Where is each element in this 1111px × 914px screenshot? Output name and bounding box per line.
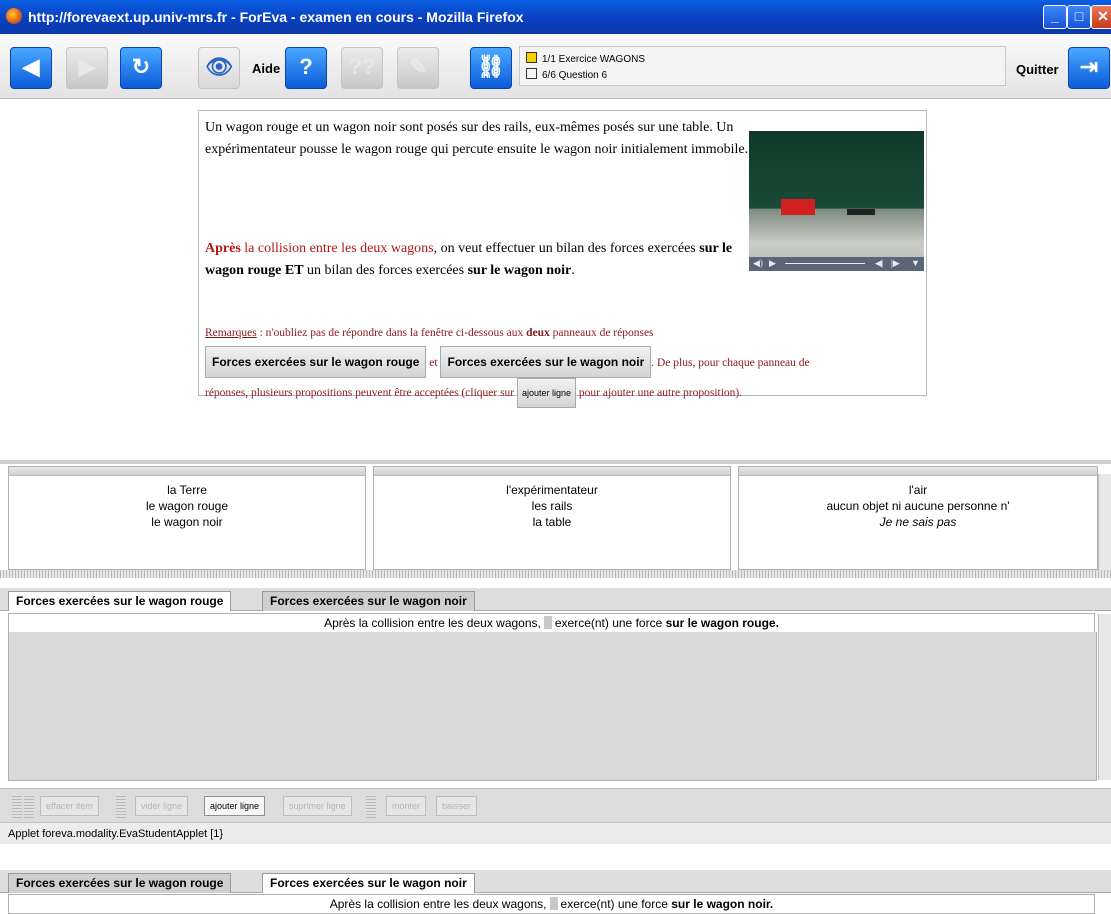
menu-chevron-icon[interactable]: ▼ xyxy=(911,258,920,268)
question-paragraph-1: Un wagon rouge et un wagon noir sont pos… xyxy=(205,120,749,157)
tab-forces-rouge[interactable]: Forces exercées sur le wagon rouge xyxy=(8,591,232,611)
proposal-item[interactable]: l'air xyxy=(739,482,1097,498)
video-player[interactable]: ◀) ▶ ◀| |▶ ▼ xyxy=(749,131,924,271)
toolbar-grip[interactable] xyxy=(12,794,22,818)
proposal-item[interactable]: les rails xyxy=(374,498,730,514)
proposal-item[interactable]: aucun objet ni aucune personne n' xyxy=(739,498,1097,514)
question-line: 6/6 Question 6 xyxy=(542,70,608,81)
tab-link-noir-button[interactable]: Forces exercées sur le wagon noir xyxy=(440,346,652,378)
firefox-icon xyxy=(6,8,22,24)
close-icon[interactable]: ✕ xyxy=(1091,5,1111,29)
step-back-icon[interactable]: ◀| xyxy=(875,258,884,269)
quitter-label: Quitter xyxy=(1016,62,1059,77)
video-controls[interactable]: ◀) ▶ ◀| |▶ ▼ xyxy=(749,257,924,271)
answer-area[interactable] xyxy=(8,632,1097,781)
red-wagon-image xyxy=(781,199,815,215)
remarks-text: Remarques : n'oubliez pas de répondre da… xyxy=(205,320,917,408)
answer-sentence-noir: Après la collision entre les deux wagons… xyxy=(8,894,1095,914)
minimize-icon[interactable]: _ xyxy=(1043,5,1067,29)
answer-drop-slot[interactable] xyxy=(543,616,552,629)
progress-box: 1/1 Exercice WAGONS 6/6 Question 6 xyxy=(519,46,1006,86)
reload-icon[interactable]: ↻ xyxy=(120,47,162,89)
question-status-icon xyxy=(526,68,537,79)
splitter[interactable] xyxy=(0,460,1111,464)
proposal-item[interactable]: Je ne sais pas xyxy=(739,514,1097,530)
preview-icon[interactable]: 👁 xyxy=(198,47,240,89)
divider[interactable] xyxy=(0,570,1111,578)
separator xyxy=(0,844,1111,858)
exercise-line: 1/1 Exercice WAGONS xyxy=(542,54,645,65)
effacer-item-button[interactable]: effacer item xyxy=(40,796,99,816)
proposal-item[interactable]: le wagon noir xyxy=(9,514,365,530)
window-title-bar: http://forevaext.up.univ-mrs.fr - ForEva… xyxy=(0,0,1111,34)
tab-forces-rouge[interactable]: Forces exercées sur le wagon rouge xyxy=(8,873,232,893)
exercise-status-icon xyxy=(526,52,537,63)
ajouter-ligne-button[interactable]: ajouter ligne xyxy=(204,796,266,816)
baisser-button[interactable]: baisser xyxy=(436,796,478,816)
proposals-scrollbar[interactable] xyxy=(1098,474,1111,570)
toolbar-grip[interactable] xyxy=(24,794,34,818)
answer-sentence-rouge: Après la collision entre les deux wagons… xyxy=(8,613,1095,633)
play-icon[interactable]: ▶ xyxy=(769,258,776,269)
answer-drop-slot[interactable] xyxy=(549,897,558,910)
step-forward-icon[interactable]: |▶ xyxy=(891,258,900,269)
maximize-icon[interactable]: □ xyxy=(1067,5,1091,29)
app-toolbar: ◀ ▶ ↻ 👁 Aide ? ?? ✎ ⛓ 1/1 Exercice WAGON… xyxy=(0,34,1111,99)
exit-door-icon[interactable]: ⇥ xyxy=(1068,47,1110,89)
proposal-panel-1: la Terre le wagon rouge le wagon noir xyxy=(8,466,366,570)
black-wagon-image xyxy=(847,209,875,215)
volume-icon[interactable]: ◀) xyxy=(753,258,763,269)
tab-forces-noir[interactable]: Forces exercées sur le wagon noir xyxy=(262,591,475,611)
status-bar: Applet foreva.modality.EvaStudentApplet … xyxy=(0,822,1111,844)
answer-tabs-lower: Forces exercées sur le wagon rouge Force… xyxy=(0,870,1111,893)
question-paragraph-2: Après la collision entre les deux wagons… xyxy=(205,241,733,278)
answer-tabs: Forces exercées sur le wagon rouge Force… xyxy=(0,588,1111,611)
proposal-item[interactable]: la Terre xyxy=(9,482,365,498)
question-panel: Un wagon rouge et un wagon noir sont pos… xyxy=(198,110,927,408)
aide-label: Aide xyxy=(252,61,281,76)
tab-forces-noir[interactable]: Forces exercées sur le wagon noir xyxy=(262,873,475,893)
line-toolbar: effacer item vider ligne ajouter ligne s… xyxy=(0,788,1111,823)
help-icon[interactable]: ? xyxy=(285,47,327,89)
tab-link-rouge-button[interactable]: Forces exercées sur le wagon rouge xyxy=(205,346,427,378)
seek-bar[interactable] xyxy=(785,263,865,264)
toolbar-grip[interactable] xyxy=(366,794,376,818)
monter-button[interactable]: monter xyxy=(386,796,427,816)
proposal-item[interactable]: la table xyxy=(374,514,730,530)
proposal-panel-2: l'expérimentateur les rails la table xyxy=(373,466,731,570)
pen-icon: ✎ xyxy=(397,47,439,89)
proposal-panel-3: l'air aucun objet ni aucune personne n' … xyxy=(738,466,1098,570)
window-title: http://forevaext.up.univ-mrs.fr - ForEva… xyxy=(28,9,524,25)
ajouter-ligne-inline-button[interactable]: ajouter ligne xyxy=(517,378,577,408)
navigation-tree-icon[interactable]: ⛓ xyxy=(470,47,512,89)
toolbar-grip[interactable] xyxy=(116,794,126,818)
proposal-item[interactable]: l'expérimentateur xyxy=(374,482,730,498)
supprimer-ligne-button[interactable]: suprimer ligne xyxy=(283,796,352,816)
forward-arrow-icon: ▶ xyxy=(66,47,108,89)
hint-icon: ?? xyxy=(341,47,383,89)
vider-ligne-button[interactable]: vider ligne xyxy=(135,796,189,816)
answer-scrollbar[interactable] xyxy=(1098,614,1111,780)
proposal-item[interactable]: le wagon rouge xyxy=(9,498,365,514)
back-arrow-icon[interactable]: ◀ xyxy=(10,47,52,89)
